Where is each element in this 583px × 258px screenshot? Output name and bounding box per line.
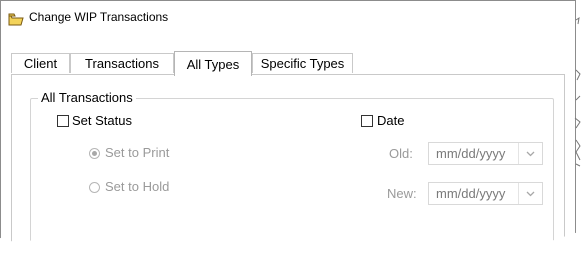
set-to-hold-radio[interactable] [89, 182, 100, 193]
group-title: All Transactions [38, 90, 136, 105]
old-date-input[interactable] [429, 143, 519, 164]
chevron-down-icon[interactable] [518, 183, 542, 204]
new-date-input[interactable] [429, 183, 519, 204]
set-status-checkbox[interactable] [57, 115, 69, 127]
tab-label: Specific Types [260, 56, 345, 71]
old-date-label: Old: [389, 146, 413, 161]
set-to-print-radio[interactable] [89, 148, 100, 159]
tab-label: All Types [186, 56, 240, 72]
old-date-picker[interactable] [428, 142, 543, 165]
set-to-print-label: Set to Print [105, 145, 170, 160]
tab-transactions[interactable]: Transactions [70, 53, 174, 73]
tab-specific-types[interactable]: Specific Types [252, 53, 353, 73]
tab-all-types[interactable]: All Types [174, 51, 252, 76]
tab-client[interactable]: Client [11, 53, 70, 73]
window-title: Change WIP Transactions [29, 10, 169, 24]
new-date-picker[interactable] [428, 182, 543, 205]
set-to-hold-label: Set to Hold [105, 179, 170, 194]
title-bar[interactable]: Change WIP Transactions [1, 1, 575, 31]
new-date-label: New: [387, 186, 417, 201]
chevron-down-icon[interactable] [518, 143, 542, 164]
tab-label: Transactions [85, 56, 159, 71]
tab-label: Client [23, 56, 58, 71]
date-checkbox[interactable] [361, 115, 373, 127]
folder-icon [8, 11, 24, 26]
dialog-window: Change WIP Transactions Client Transacti… [0, 0, 576, 246]
set-status-label: Set Status [72, 113, 132, 128]
date-label: Date [377, 113, 405, 128]
background-edge-artifacts [574, 16, 581, 167]
